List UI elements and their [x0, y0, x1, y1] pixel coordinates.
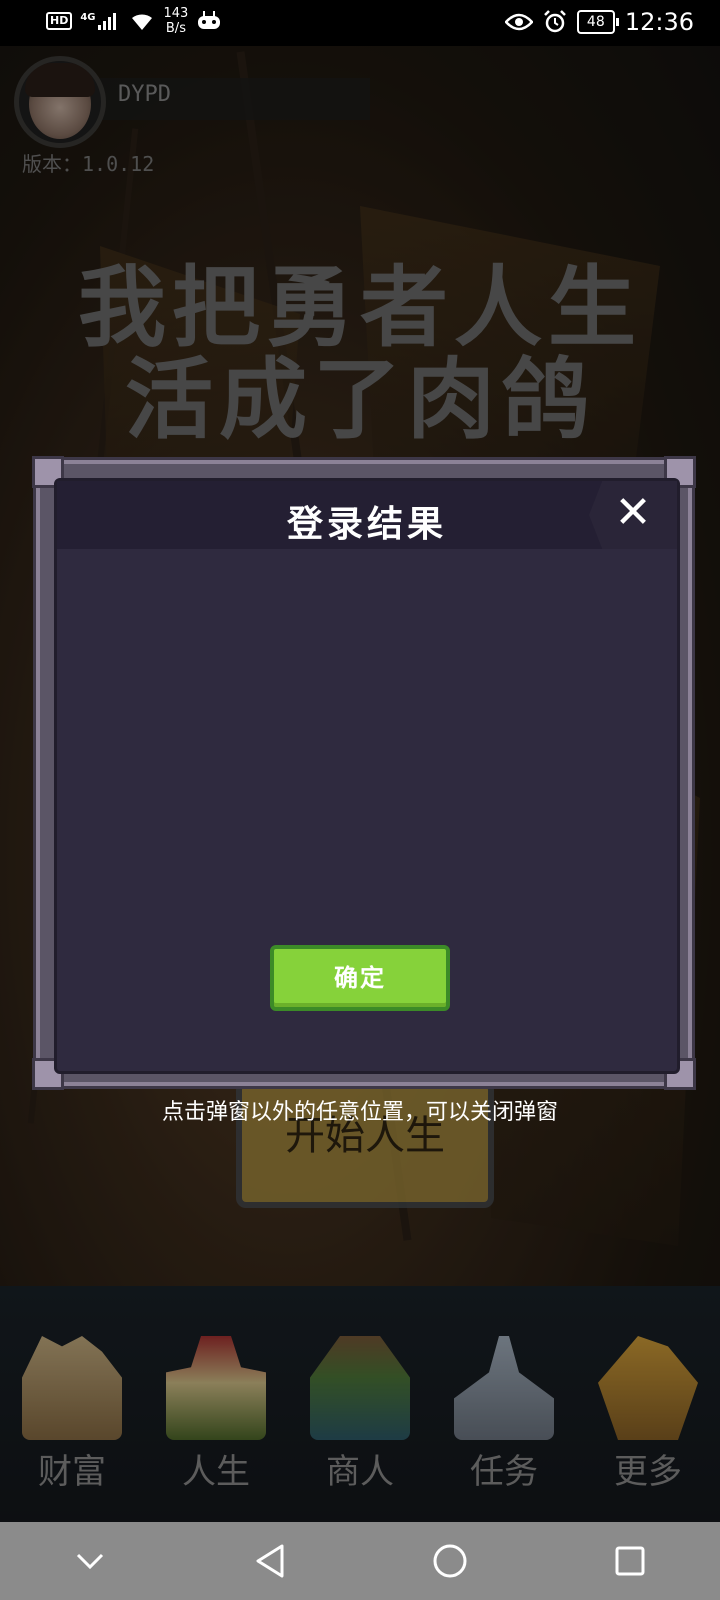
- close-icon[interactable]: ✕: [589, 481, 677, 549]
- system-nav-bar: [0, 1522, 720, 1600]
- hd-indicator: HD: [46, 12, 73, 30]
- battery-icon: 48: [576, 10, 619, 34]
- eye-icon: [504, 13, 533, 31]
- network-speed: 143 B/s: [164, 6, 189, 36]
- dialog-header: 登录结果 ✕: [57, 481, 677, 549]
- home-icon[interactable]: [420, 1531, 480, 1591]
- back-icon[interactable]: [240, 1531, 300, 1591]
- speed-value: 143: [163, 6, 189, 21]
- dialog-title: 登录结果: [286, 504, 447, 545]
- game-controller-icon: [198, 11, 221, 29]
- speed-unit: B/s: [165, 21, 186, 36]
- clock: 12:36: [624, 8, 694, 36]
- wifi-icon: [131, 14, 152, 30]
- alarm-icon: [543, 10, 566, 33]
- chevron-down-icon[interactable]: [60, 1531, 120, 1591]
- network-type: 4G: [80, 12, 96, 23]
- signal-icon: 4G: [80, 12, 119, 30]
- confirm-button[interactable]: 确定: [270, 945, 450, 1011]
- status-bar: HD 4G 143 B/s 48 12:36: [0, 0, 720, 46]
- close-hint: 点击弹窗以外的任意位置，可以关闭弹窗: [161, 1100, 558, 1125]
- recents-icon[interactable]: [600, 1531, 660, 1591]
